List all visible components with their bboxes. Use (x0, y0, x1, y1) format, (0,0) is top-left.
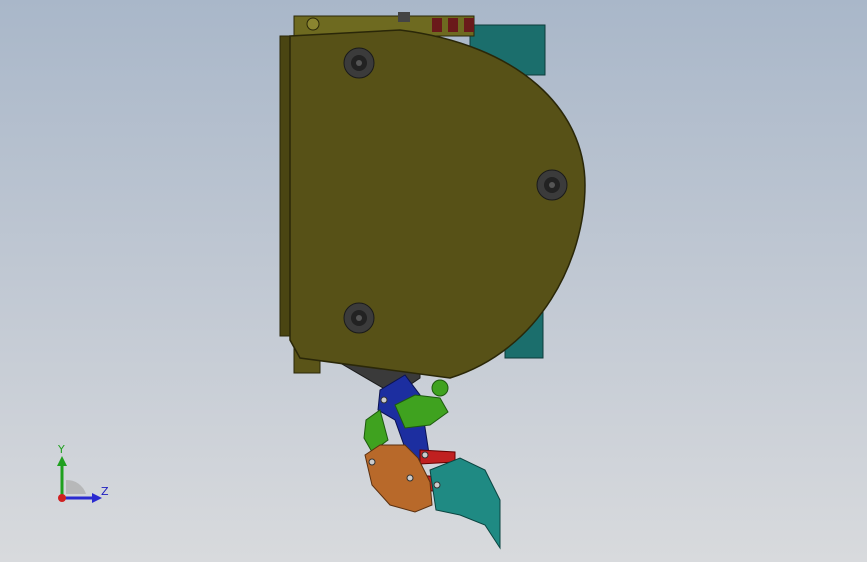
pin-icon (433, 481, 441, 489)
triad-z-label: Z (101, 485, 109, 498)
triad-axes (57, 456, 102, 503)
triad-y-label: Y (58, 443, 65, 456)
top-connector (448, 18, 458, 32)
pin-icon (368, 458, 376, 466)
top-connector (432, 18, 442, 32)
teal-claw (429, 457, 501, 550)
bolt-icon (343, 47, 375, 79)
pin-icon (406, 474, 414, 482)
graphics-viewport[interactable]: Y Z (0, 0, 867, 562)
3d-model-view[interactable] (0, 0, 867, 562)
pin-icon (421, 451, 429, 459)
bolt-icon (343, 302, 375, 334)
pin-icon (380, 396, 388, 404)
bolt-icon (536, 169, 568, 201)
top-connector (464, 18, 474, 32)
top-connector (398, 12, 410, 22)
top-fitting-icon (306, 17, 320, 31)
coordinate-triad: Y Z (40, 440, 120, 510)
green-knob (431, 379, 449, 397)
gripper-mechanism (363, 374, 501, 550)
